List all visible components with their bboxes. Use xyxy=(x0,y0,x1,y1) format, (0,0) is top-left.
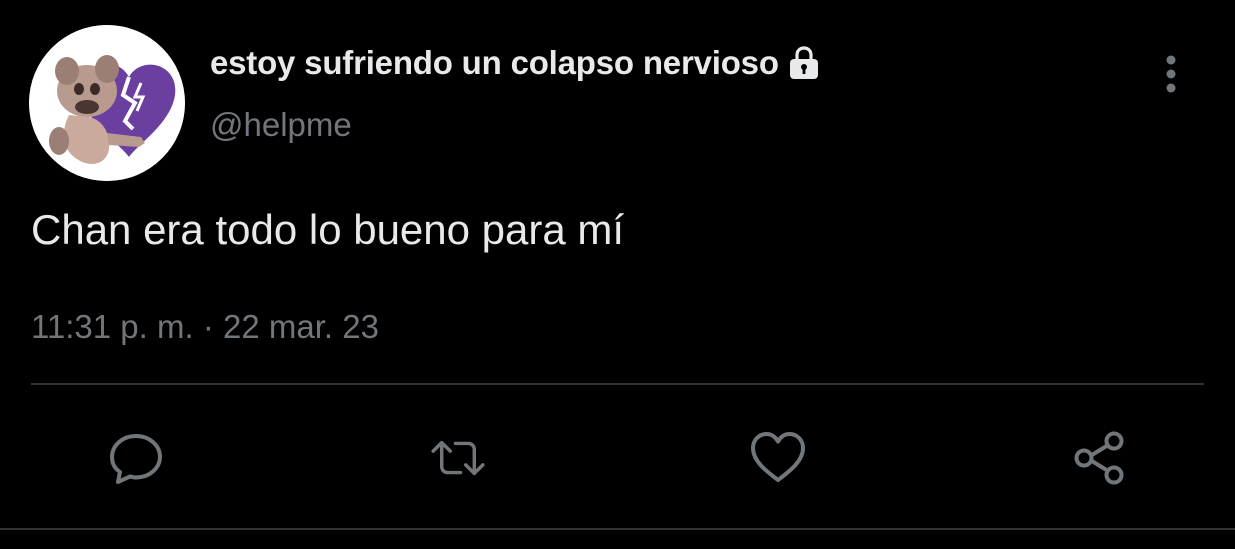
share-nodes-icon xyxy=(1074,431,1124,485)
reply-button[interactable] xyxy=(106,428,166,488)
avatar-image xyxy=(29,25,185,181)
speech-bubble-icon xyxy=(110,434,162,484)
vertical-dots-icon xyxy=(1166,55,1176,93)
share-button[interactable] xyxy=(1070,428,1130,488)
tweet-timestamp[interactable]: 11:31 p. m. · 22 mar. 23 xyxy=(31,308,379,346)
divider xyxy=(31,383,1204,385)
bottom-divider xyxy=(0,528,1235,530)
more-options-button[interactable] xyxy=(1155,52,1187,96)
tweet-date: 22 mar. 23 xyxy=(223,308,379,345)
retweet-arrows-icon xyxy=(431,440,485,476)
user-handle[interactable]: @helpme xyxy=(210,106,352,144)
timestamp-separator: · xyxy=(202,308,214,345)
lock-icon xyxy=(787,45,821,81)
tweet-time: 11:31 p. m. xyxy=(31,308,194,345)
avatar[interactable] xyxy=(29,25,185,181)
like-button[interactable] xyxy=(748,428,808,488)
retweet-button[interactable] xyxy=(428,428,488,488)
user-name-row: estoy sufriendo un colapso nervioso xyxy=(210,40,821,86)
tweet-text: Chan era todo lo bueno para mí xyxy=(31,206,625,253)
display-name[interactable]: estoy sufriendo un colapso nervioso xyxy=(210,44,779,82)
heart-icon xyxy=(751,432,805,482)
